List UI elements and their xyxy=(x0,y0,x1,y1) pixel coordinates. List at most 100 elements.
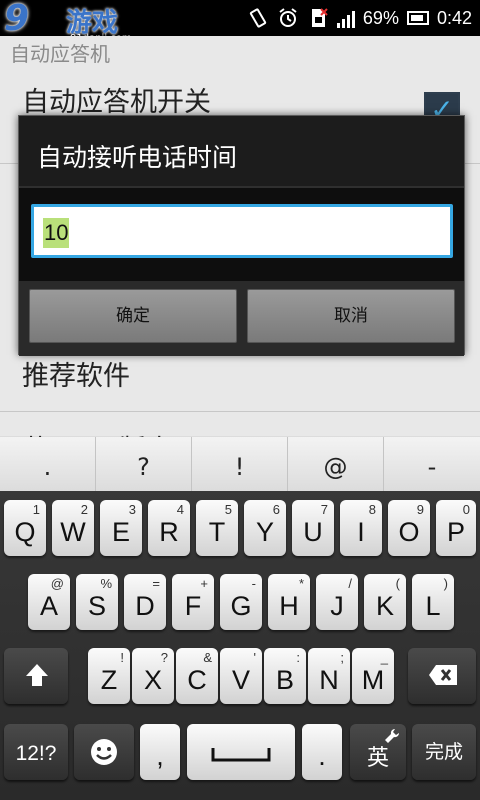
period-key[interactable]: . xyxy=(302,724,342,780)
key-label: S xyxy=(87,591,106,621)
key-sub: 8 xyxy=(368,502,376,517)
key-sub: : xyxy=(296,650,300,665)
key-label: G xyxy=(230,591,252,621)
battery-percent: 69% xyxy=(362,7,399,28)
status-bar: 9 游戏 91danji.com 69% 0:42 xyxy=(0,0,480,44)
key-l[interactable]: ) L xyxy=(412,574,454,630)
key-label: V xyxy=(231,665,250,695)
key-sub: 5 xyxy=(224,502,232,517)
key-k[interactable]: (K xyxy=(364,574,406,630)
key-sub: = xyxy=(152,576,160,591)
key-label: P xyxy=(446,517,465,547)
key-sub: - xyxy=(251,576,256,591)
key-label: 完成 xyxy=(424,742,463,763)
key-f[interactable]: + F xyxy=(172,574,214,630)
battery-icon xyxy=(406,11,429,25)
setting-label: 自动应答机开关 xyxy=(22,87,211,118)
clock: 0:42 xyxy=(436,7,472,28)
key-sub: * xyxy=(298,576,304,591)
key-label: I xyxy=(357,517,365,547)
key-label: 英 xyxy=(366,745,389,770)
key-sub: ) xyxy=(443,576,448,591)
language-key[interactable]: 英 xyxy=(350,724,406,780)
suggestion-key[interactable]: ! xyxy=(192,437,288,491)
vibrate-icon xyxy=(249,8,267,28)
watermark-logo: 9 游戏 91danji.com xyxy=(0,0,140,44)
alarm-icon xyxy=(279,8,297,27)
key-e[interactable]: 3E xyxy=(100,500,142,556)
key-sub: 0 xyxy=(462,502,470,517)
key-j[interactable]: / J xyxy=(316,574,358,630)
key-b[interactable]: :B xyxy=(264,648,306,704)
key-sub: ! xyxy=(120,650,124,665)
key-sub: % xyxy=(100,576,112,591)
symbols-key[interactable]: 12!? xyxy=(4,724,68,780)
key-r[interactable]: 4R xyxy=(148,500,190,556)
smiley-icon xyxy=(91,739,117,765)
key-c[interactable]: & C xyxy=(176,648,218,704)
suggestion-bar: . ? ! @ - xyxy=(0,437,480,491)
key-h[interactable]: * H xyxy=(268,574,310,630)
confirm-button[interactable]: 确定 xyxy=(29,289,237,343)
dialog-title: 自动接听电话时间 xyxy=(37,143,238,172)
key-a[interactable]: @ A xyxy=(28,574,70,630)
shift-icon xyxy=(26,664,48,686)
soft-keyboard: . ? ! @ - 1Q 2W 3E 4R 5T 6Y 7U 8I 9O 0P … xyxy=(0,437,480,800)
signal-icon xyxy=(336,8,355,28)
key-q[interactable]: 1Q xyxy=(4,500,46,556)
key-p[interactable]: 0P xyxy=(436,500,476,556)
key-label: 12!? xyxy=(15,742,57,765)
key-y[interactable]: 6Y xyxy=(244,500,286,556)
comma-key[interactable]: , xyxy=(140,724,180,780)
key-s[interactable]: % S xyxy=(76,574,118,630)
key-z[interactable]: ! Z xyxy=(88,648,130,704)
dialog-buttons: 确定 取消 xyxy=(19,281,464,356)
key-label: U xyxy=(303,517,323,547)
backspace-icon xyxy=(429,665,457,685)
key-sub: ' xyxy=(253,650,256,665)
key-d[interactable]: = D xyxy=(124,574,166,630)
emoji-key[interactable] xyxy=(74,724,134,780)
key-t[interactable]: 5T xyxy=(196,500,238,556)
key-label: X xyxy=(143,665,162,695)
done-key[interactable]: 完成 xyxy=(412,724,476,780)
key-label: Z xyxy=(100,665,118,695)
key-sub: + xyxy=(200,576,208,591)
key-label: . xyxy=(318,741,326,771)
key-i[interactable]: 8I xyxy=(340,500,382,556)
key-n[interactable]: ; N xyxy=(308,648,350,704)
key-sub: 6 xyxy=(272,502,280,517)
key-u[interactable]: 7U xyxy=(292,500,334,556)
key-sub: ; xyxy=(340,650,344,665)
key-label: Q xyxy=(14,517,36,547)
key-label: J xyxy=(330,591,344,621)
space-key[interactable] xyxy=(187,724,295,780)
key-sub: 3 xyxy=(128,502,136,517)
key-sub: ? xyxy=(160,650,168,665)
no-sim-icon xyxy=(311,8,328,27)
key-sub: 1 xyxy=(32,502,40,517)
key-o[interactable]: 9O xyxy=(388,500,430,556)
suggestion-key[interactable]: ? xyxy=(96,437,192,491)
key-label: O xyxy=(398,517,420,547)
key-label: A xyxy=(39,591,58,621)
auto-answer-time-dialog: 自动接听电话时间 10 确定 取消 xyxy=(18,115,465,356)
suggestion-key[interactable]: . xyxy=(0,437,96,491)
space-icon xyxy=(211,748,271,762)
key-label: L xyxy=(425,591,441,621)
logo-mark: 9 xyxy=(4,0,29,39)
suggestion-key[interactable]: - xyxy=(384,437,480,491)
key-x[interactable]: ? X xyxy=(132,648,174,704)
suggestion-key[interactable]: @ xyxy=(288,437,384,491)
key-g[interactable]: -G xyxy=(220,574,262,630)
key-sub: @ xyxy=(50,576,64,591)
time-input[interactable]: 10 xyxy=(31,204,453,258)
backspace-key[interactable] xyxy=(408,648,476,704)
screen-title: 自动应答机 xyxy=(10,42,110,66)
key-label: T xyxy=(208,517,226,547)
key-v[interactable]: ' V xyxy=(220,648,262,704)
cancel-button[interactable]: 取消 xyxy=(247,289,455,343)
key-w[interactable]: 2W xyxy=(52,500,94,556)
shift-key[interactable] xyxy=(4,648,68,704)
key-m[interactable]: _ M xyxy=(352,648,394,704)
